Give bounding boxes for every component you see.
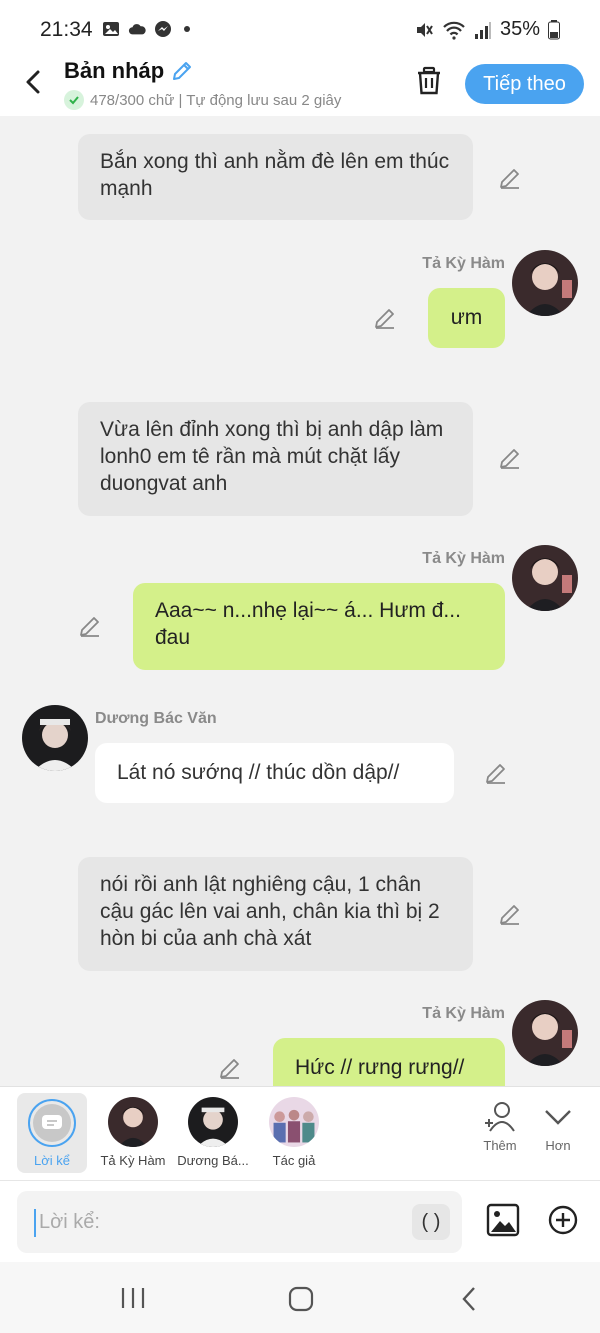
add-character-button[interactable]: Thêm	[470, 1099, 530, 1153]
mute-icon	[416, 22, 433, 37]
add-label: Thêm	[483, 1138, 517, 1153]
next-button[interactable]: Tiếp theo	[465, 64, 584, 104]
sender-name: Dương Bác Văn	[95, 710, 217, 727]
edit-pencil-icon[interactable]	[498, 166, 522, 190]
messenger-icon	[155, 21, 171, 37]
add-person-icon	[485, 1102, 515, 1132]
more-button[interactable]: Hơn	[528, 1099, 588, 1153]
save-status: 478/300 chữ | Tự động lưu sau 2 giây	[64, 90, 341, 110]
more-label: Hơn	[545, 1138, 571, 1153]
wifi-icon	[443, 21, 465, 40]
trash-icon[interactable]	[415, 66, 443, 96]
notification-icons	[102, 20, 190, 38]
avatar	[269, 1097, 319, 1147]
avatar[interactable]	[512, 545, 578, 611]
system-nav-bar	[0, 1262, 600, 1333]
cloud-icon	[128, 24, 146, 35]
signal-icon	[474, 21, 491, 39]
nav-back-icon[interactable]	[458, 1286, 480, 1312]
narration-bubble[interactable]: Bắn xong thì anh nằm đè lên em thúc mạnh	[78, 134, 473, 220]
chevron-down-icon	[545, 1110, 571, 1125]
edit-pencil-icon[interactable]	[498, 446, 522, 470]
recents-icon[interactable]	[119, 1286, 147, 1310]
selector-character[interactable]: Dương Bá...	[177, 1093, 249, 1168]
picture-icon[interactable]	[486, 1203, 520, 1237]
sender-name: Tả Kỳ Hàm	[422, 1005, 505, 1022]
narration-ring	[28, 1099, 76, 1147]
sender-name: Tả Kỳ Hàm	[422, 255, 505, 272]
avatar	[108, 1097, 158, 1147]
status-bar: 21:34 35%	[0, 0, 600, 58]
input-placeholder: Lời kể:	[39, 1211, 100, 1233]
selector-character[interactable]: Tả Kỳ Hàm	[97, 1093, 169, 1168]
word-count: 478/300 chữ | Tự động lưu sau 2 giây	[90, 91, 342, 109]
message-bubble[interactable]: Hức // rưng rưng//	[273, 1038, 505, 1086]
message-bubble[interactable]: ưm	[428, 288, 505, 348]
selector-label: Tả Kỳ Hàm	[100, 1153, 166, 1168]
edit-pencil-icon[interactable]	[78, 614, 102, 638]
selector-label: Dương Bá...	[177, 1153, 249, 1168]
dot-icon	[184, 26, 190, 32]
avatar[interactable]	[22, 705, 88, 771]
action-paren-button[interactable]: ( )	[412, 1204, 450, 1240]
avatar	[188, 1097, 238, 1147]
selector-narration[interactable]: Lời kể	[17, 1093, 87, 1173]
character-selector: Lời kể Tả Kỳ Hàm Dương Bá... Tác giả Thê…	[0, 1086, 600, 1180]
selector-label: Tác giả	[272, 1153, 316, 1168]
app-header: Bản nháp 478/300 chữ | Tự động lưu sau 2…	[0, 58, 600, 116]
edit-pencil-icon[interactable]	[484, 761, 508, 785]
title-text: Bản nháp	[64, 58, 165, 83]
avatar[interactable]	[512, 1000, 578, 1066]
title-block: Bản nháp 478/300 chữ | Tự động lưu sau 2…	[64, 58, 341, 110]
message-input[interactable]: Lời kể: ( )	[17, 1191, 462, 1253]
check-icon	[64, 90, 84, 110]
status-right: 35%	[414, 18, 560, 41]
page-title: Bản nháp	[64, 58, 341, 84]
selector-author[interactable]: Tác giả	[258, 1093, 330, 1168]
narration-icon	[33, 1104, 71, 1142]
narration-bubble[interactable]: Vừa lên đỉnh xong thì bị anh dập làm lon…	[78, 402, 473, 516]
back-icon[interactable]	[20, 68, 48, 96]
message-bubble[interactable]: Aaa~~ n...nhẹ lại~~ á... Hưm đ... đau	[133, 583, 505, 670]
edit-pencil-icon[interactable]	[218, 1056, 242, 1080]
narration-bubble[interactable]: nói rồi anh lật nghiêng cậu, 1 chân cậu …	[78, 857, 473, 971]
edit-pencil-icon[interactable]	[373, 306, 397, 330]
image-icon	[103, 22, 119, 36]
plus-circle-icon[interactable]	[548, 1205, 578, 1235]
battery-percent: 35%	[499, 18, 540, 40]
chat-area[interactable]: Bắn xong thì anh nằm đè lên em thúc mạnh…	[0, 116, 600, 1086]
message-bubble[interactable]: Lát nó sướnq // thúc dồn dập//	[95, 743, 454, 803]
edit-pencil-icon[interactable]	[498, 902, 522, 926]
composer: Lời kể: ( )	[0, 1180, 600, 1262]
status-time: 21:34	[40, 18, 93, 41]
pencil-icon[interactable]	[170, 59, 194, 83]
sender-name: Tả Kỳ Hàm	[422, 550, 505, 567]
text-caret	[34, 1209, 36, 1237]
home-icon[interactable]	[288, 1286, 314, 1312]
avatar[interactable]	[512, 250, 578, 316]
battery-icon	[548, 19, 560, 39]
selector-label: Lời kể	[34, 1153, 70, 1168]
